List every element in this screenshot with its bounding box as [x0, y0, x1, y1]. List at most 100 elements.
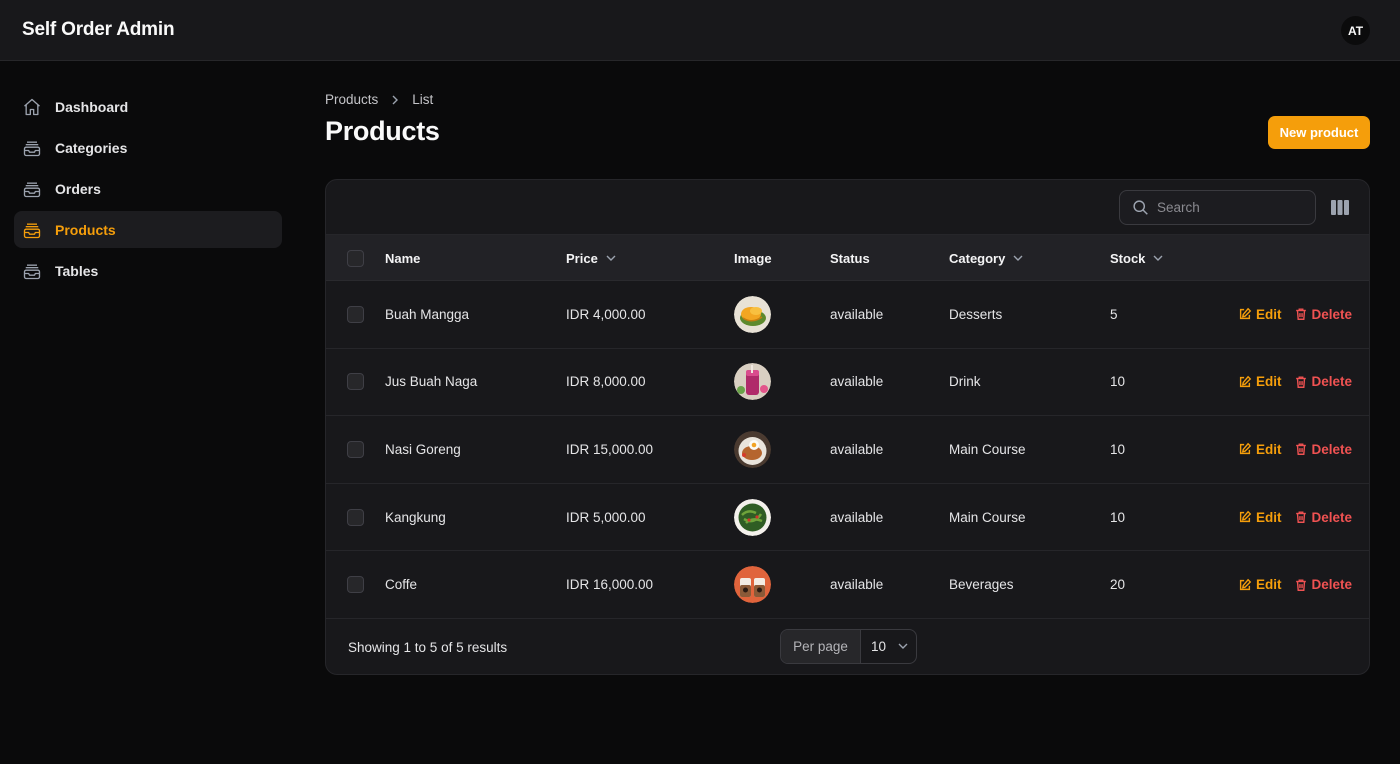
header-stock[interactable]: Stock: [1110, 235, 1163, 281]
column-toggle-icon[interactable]: [1330, 199, 1350, 216]
breadcrumb-current: List: [412, 92, 434, 107]
product-image-cell: [734, 416, 771, 483]
row-checkbox[interactable]: [347, 576, 364, 594]
chevron-right-icon: [390, 95, 400, 105]
pencil-square-icon: [1238, 442, 1252, 456]
product-name: Kangkung: [385, 509, 446, 525]
product-category: Drink: [949, 374, 981, 390]
delete-button[interactable]: Delete: [1294, 510, 1352, 525]
product-price: IDR 16,000.00: [566, 577, 654, 593]
product-name: Nasi Goreng: [385, 441, 461, 457]
sidebar-item-label: Tables: [55, 262, 99, 279]
header-stock-label: Stock: [1110, 250, 1146, 266]
fried-rice-thumbnail: [734, 430, 771, 468]
table-header: Name Price Image Status Category Stock: [326, 235, 1369, 281]
app-title[interactable]: Self Order Admin: [22, 19, 175, 41]
table-row[interactable]: Buah Mangga IDR 4,000.00 available Desse…: [326, 281, 1369, 349]
breadcrumb-parent[interactable]: Products: [325, 92, 378, 107]
header-price[interactable]: Price: [566, 235, 616, 281]
pencil-square-icon: [1238, 510, 1252, 524]
row-actions: Edit Delete: [1238, 484, 1352, 551]
sidebar-item-label: Dashboard: [55, 98, 129, 115]
table-row[interactable]: Coffe IDR 16,000.00 available Beverages …: [326, 551, 1369, 619]
edit-button[interactable]: Edit: [1238, 510, 1282, 525]
product-image-cell: [734, 551, 771, 618]
row-actions: Edit Delete: [1238, 281, 1352, 348]
product-stock: 10: [1110, 441, 1126, 457]
dragonfruit-juice-thumbnail: [734, 363, 771, 401]
product-stock: 5: [1110, 306, 1118, 322]
per-page-select[interactable]: 10: [861, 630, 916, 663]
product-status: available: [830, 577, 884, 593]
trash-icon: [1294, 375, 1308, 389]
edit-label: Edit: [1256, 374, 1282, 390]
delete-button[interactable]: Delete: [1294, 577, 1353, 593]
product-stock: 10: [1110, 509, 1126, 525]
sidebar-item-dashboard[interactable]: Dashboard: [14, 88, 282, 125]
coffee-thumbnail: [734, 566, 771, 604]
results-summary: Showing 1 to 5 of 5 results: [348, 639, 508, 655]
delete-label: Delete: [1311, 441, 1353, 457]
row-checkbox[interactable]: [347, 373, 364, 391]
table-row[interactable]: Jus Buah Naga IDR 8,000.00 available Dri…: [326, 349, 1369, 417]
table-toolbar: [326, 180, 1369, 235]
pencil-square-icon: [1238, 307, 1252, 321]
delete-button[interactable]: Delete: [1294, 307, 1352, 322]
row-select-cell: [347, 281, 364, 348]
sidebar-item-label: Categories: [55, 139, 128, 156]
product-stock: 20: [1110, 577, 1126, 593]
sidebar-item-orders[interactable]: Orders: [14, 170, 282, 207]
per-page-control: Per page 10: [780, 628, 917, 664]
delete-button[interactable]: Delete: [1294, 374, 1352, 389]
header-image: Image: [734, 250, 772, 266]
edit-button[interactable]: Edit: [1238, 442, 1282, 457]
breadcrumb: Products List: [325, 92, 433, 107]
product-price: IDR 5,000.00: [566, 509, 646, 525]
chevron-down-icon: [1013, 255, 1023, 262]
inbox-stack-icon: [22, 138, 42, 158]
header-price-label: Price: [566, 250, 598, 266]
per-page-value: 10: [871, 638, 887, 654]
sidebar: Dashboard Categories Orders Products Tab…: [14, 88, 282, 293]
delete-button[interactable]: Delete: [1294, 441, 1353, 457]
edit-label: Edit: [1256, 306, 1282, 322]
mango-thumbnail: [734, 295, 771, 333]
search-icon: [1132, 199, 1149, 216]
product-status: available: [830, 374, 884, 390]
table-row[interactable]: Nasi Goreng IDR 15,000.00 available Main…: [326, 416, 1369, 484]
edit-button[interactable]: Edit: [1238, 307, 1282, 322]
row-select-cell: [347, 416, 364, 483]
table-row[interactable]: Kangkung IDR 5,000.00 available Main Cou…: [326, 484, 1369, 552]
sidebar-item-products[interactable]: Products: [14, 211, 282, 248]
trash-icon: [1294, 510, 1308, 524]
product-status: available: [830, 441, 884, 457]
product-status: available: [830, 509, 884, 525]
row-checkbox[interactable]: [347, 508, 364, 526]
new-product-button[interactable]: New product: [1268, 116, 1370, 149]
row-actions: Edit Delete: [1238, 349, 1352, 416]
product-name: Buah Mangga: [385, 306, 470, 322]
search-input[interactable]: [1157, 200, 1307, 215]
pencil-square-icon: [1238, 578, 1252, 592]
search-box[interactable]: [1119, 190, 1316, 225]
header-category[interactable]: Category: [949, 235, 1023, 281]
avatar[interactable]: AT: [1341, 16, 1370, 45]
product-status: available: [830, 306, 884, 322]
product-category: Beverages: [949, 577, 1014, 593]
delete-label: Delete: [1311, 577, 1353, 593]
edit-button[interactable]: Edit: [1238, 374, 1282, 389]
row-checkbox[interactable]: [347, 440, 364, 458]
inbox-stack-icon: [22, 179, 42, 199]
sidebar-item-categories[interactable]: Categories: [14, 129, 282, 166]
header-status: Status: [830, 250, 870, 266]
product-category: Main Course: [949, 441, 1026, 457]
edit-button[interactable]: Edit: [1238, 577, 1282, 592]
home-icon: [22, 97, 42, 117]
select-all-cell: [347, 235, 364, 281]
select-all-checkbox[interactable]: [347, 249, 364, 267]
sidebar-item-tables[interactable]: Tables: [14, 252, 282, 289]
trash-icon: [1294, 307, 1308, 321]
product-price: IDR 15,000.00: [566, 441, 654, 457]
product-price: IDR 8,000.00: [566, 374, 646, 390]
row-checkbox[interactable]: [347, 305, 364, 323]
